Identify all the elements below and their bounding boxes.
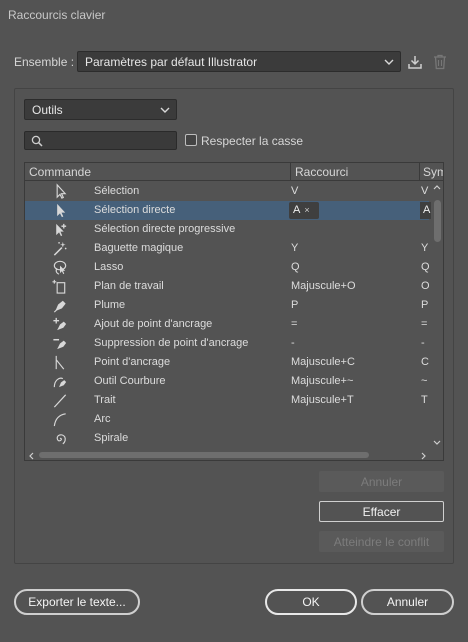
chevron-left-icon[interactable] [28,452,34,460]
command-name: Sélection [94,185,140,197]
symbol-value[interactable]: - [421,337,431,349]
cancel-button[interactable]: Annuler [361,589,454,615]
table-row[interactable]: Sélection directe A × A [25,201,432,220]
vertical-scrollbar[interactable] [431,182,443,450]
case-checkbox-label[interactable]: Respecter la casse [201,134,303,148]
shortcut-field[interactable]: A × [289,202,319,219]
group-selection-icon [56,223,67,237]
command-name: Baguette magique [94,242,184,254]
ensemble-value: Paramètres par défaut Illustrator [85,54,258,69]
chevron-up-icon[interactable] [433,184,441,190]
symbol-value[interactable]: = [421,318,431,330]
chevron-down-icon [384,59,394,65]
trash-icon[interactable] [431,53,449,71]
add-anchor-point-icon [53,317,67,331]
selection-arrow-icon [56,183,67,199]
table-rows: Sélection V V Sélection directe A × A Sélection… [25,182,432,448]
save-set-icon[interactable] [406,53,424,71]
symbol-value[interactable]: P [421,299,431,311]
table-row[interactable]: Sélection directe progressive [25,220,429,239]
delete-anchor-point-icon [53,338,67,350]
command-name: Arc [94,413,111,425]
direct-selection-icon [57,203,66,218]
horizontal-scrollbar[interactable] [25,449,443,460]
command-name: Sélection directe progressive [94,223,236,235]
shortcut-value[interactable]: V [291,185,298,197]
chevron-right-icon[interactable] [421,452,427,460]
horizontal-scroll-thumb[interactable] [39,452,369,458]
command-name: Trait [94,394,116,406]
clear-shortcut-icon[interactable]: × [304,205,309,215]
command-name: Plan de travail [94,280,164,292]
line-segment-icon [53,394,67,408]
table-row[interactable]: Suppression de point d'ancrage - - [25,334,429,353]
arc-icon [53,413,66,427]
window-title: Raccourcis clavier [0,0,468,28]
clear-button[interactable]: Effacer [319,501,444,522]
spiral-icon [56,434,66,445]
command-name: Spirale [94,432,129,444]
table-row[interactable]: Plan de travail Majuscule+O O [25,277,431,296]
curvature-icon [53,377,67,388]
undo-button[interactable]: Annuler [319,471,444,492]
anchor-point-icon [55,355,65,370]
table-row[interactable]: Trait Majuscule+T T [25,391,429,410]
command-name: Lasso [94,261,124,273]
command-name: Plume [94,299,126,311]
command-name: Point d'ancrage [94,356,171,368]
header-symbol[interactable]: Sym [423,165,443,179]
shortcut-value[interactable]: Majuscule+~ [291,375,353,387]
symbol-value[interactable]: T [421,394,431,406]
pen-icon [53,300,66,313]
command-name: Suppression de point d'ancrage [94,337,249,349]
symbol-value[interactable]: O [421,280,431,292]
shortcut-value[interactable]: Majuscule+T [291,394,354,406]
artboard-icon [52,279,66,294]
shortcut-value: A [293,204,301,216]
shortcut-value[interactable]: Y [291,242,298,254]
shortcut-value[interactable]: - [291,337,295,349]
go-to-conflict-button[interactable]: Atteindre le conflit [319,531,444,552]
table-row[interactable]: Lasso Q Q [25,258,431,277]
table-row[interactable]: Spirale [25,429,429,448]
shortcut-value[interactable]: Majuscule+C [291,356,355,368]
case-checkbox[interactable] [185,134,197,146]
command-name: Sélection directe [94,204,176,216]
shortcut-value[interactable]: = [291,318,297,330]
export-text-button[interactable]: Exporter le texte... [14,589,140,615]
table-row[interactable]: Ajout de point d'ancrage = = [25,315,429,334]
symbol-value[interactable]: Q [421,261,431,273]
command-name: Outil Courbure [94,375,166,387]
shortcut-value[interactable]: P [291,299,298,311]
symbol-value[interactable]: C [421,356,431,368]
table-row[interactable]: Sélection V V [25,182,429,201]
shortcut-value[interactable]: Q [291,261,300,273]
chevron-down-icon[interactable] [433,440,441,446]
header-shortcut[interactable]: Raccourci [295,165,415,179]
chevron-down-icon [160,107,170,113]
vertical-scroll-thumb[interactable] [434,200,441,242]
table-row[interactable]: Outil Courbure Majuscule+~ ~ [25,372,429,391]
symbol-value[interactable]: V [421,185,431,197]
table-row[interactable]: Plume P P [25,296,429,315]
magic-wand-icon [53,241,67,256]
table-row[interactable]: Point d'ancrage Majuscule+C C [25,353,429,372]
lasso-icon [53,260,67,275]
header-command[interactable]: Commande [29,165,289,179]
ensemble-label: Ensemble : [14,55,75,69]
search-input[interactable] [24,131,177,150]
shortcuts-table: Commande Raccourci Sym SélectionVVSélect… [24,162,444,461]
category-select[interactable]: Outils [24,99,177,120]
table-row[interactable]: Arc [25,410,429,429]
table-row[interactable]: Baguette magique Y Y [25,239,429,258]
ok-button[interactable]: OK [265,589,357,615]
category-value: Outils [32,102,63,117]
command-name: Ajout de point d'ancrage [94,318,213,330]
ensemble-select[interactable]: Paramètres par défaut Illustrator [77,51,401,72]
symbol-value[interactable]: Y [421,242,431,254]
shortcut-value[interactable]: Majuscule+O [291,280,356,292]
search-icon [31,135,43,147]
table-header: Commande Raccourci Sym [25,163,443,181]
symbol-value[interactable]: ~ [421,375,431,387]
